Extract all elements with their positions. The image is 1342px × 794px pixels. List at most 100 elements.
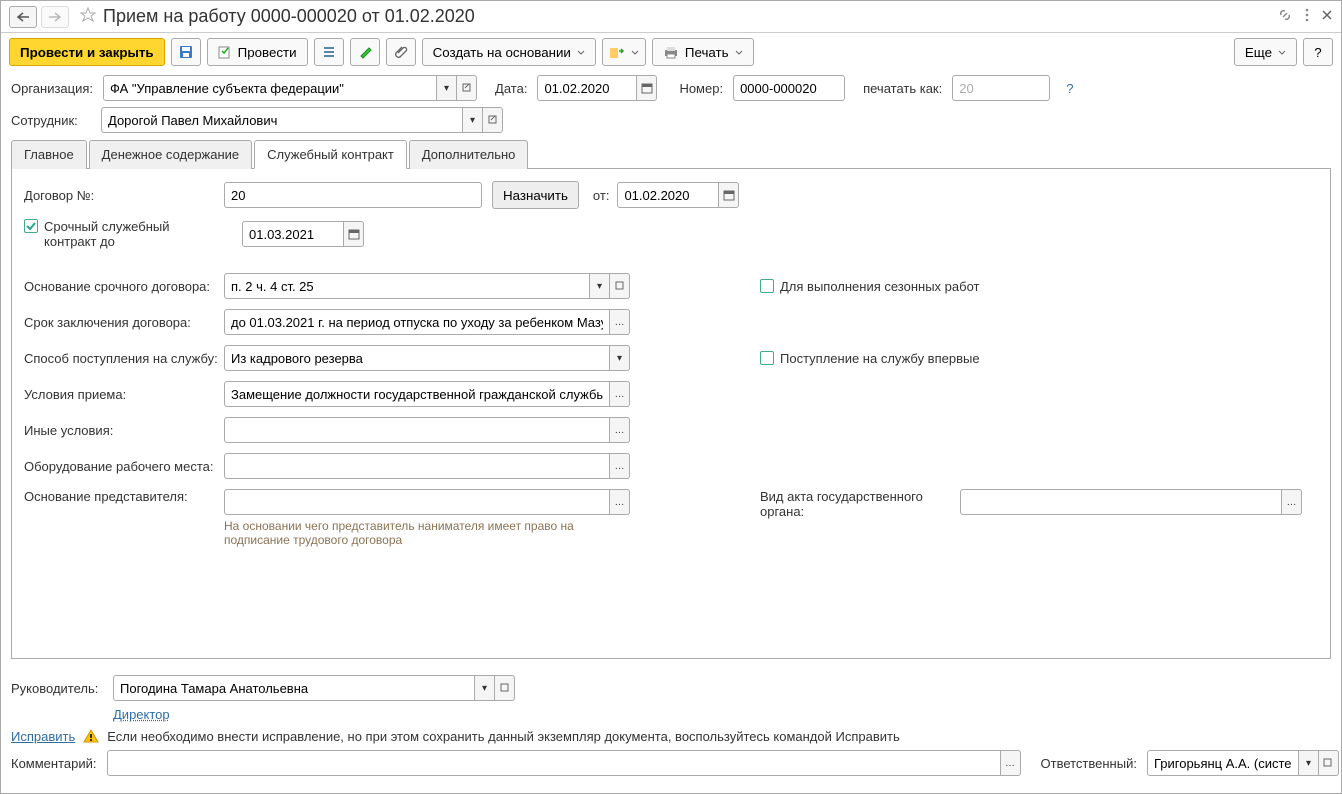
urgent-contract-checkbox[interactable] [24,219,38,233]
contract-number-input[interactable] [224,182,482,208]
create-based-on-button[interactable]: Создать на основании [422,38,596,66]
post-and-close-button[interactable]: Провести и закрыть [9,38,165,66]
organization-open-button[interactable] [457,75,477,101]
date-picker-button[interactable] [637,75,657,101]
open-icon [488,115,498,125]
basis-input[interactable] [224,273,590,299]
more-menu-icon[interactable] [1305,7,1309,26]
responsible-dropdown-button[interactable]: ▾ [1299,750,1319,776]
post-button[interactable]: Провести [207,38,308,66]
rep-basis-label: Основание представителя: [24,489,224,504]
fix-hint: Если необходимо внести исправление, но п… [107,729,899,744]
term-ellipsis-button[interactable]: … [610,309,630,335]
urgent-till-input[interactable] [242,221,344,247]
attachment-button[interactable] [386,38,416,66]
assign-button[interactable]: Назначить [492,181,579,209]
structure-button[interactable] [314,38,344,66]
rep-basis-input[interactable] [224,489,610,515]
close-window-icon[interactable] [1321,9,1333,24]
organization-dropdown-button[interactable]: ▾ [437,75,457,101]
manager-position-link[interactable]: Директор [113,707,170,722]
basis-open-button[interactable] [610,273,630,299]
first-time-checkbox[interactable] [760,351,774,365]
employee-dropdown-button[interactable]: ▾ [463,107,483,133]
basis-dropdown-button[interactable]: ▾ [590,273,610,299]
highlight-button[interactable] [350,38,380,66]
arrow-left-icon [16,12,30,22]
fix-link[interactable]: Исправить [11,729,75,744]
calendar-icon [641,82,653,94]
print-as-help-icon[interactable]: ? [1066,81,1073,96]
tab-contract[interactable]: Служебный контракт [254,140,407,169]
method-input[interactable] [224,345,610,371]
term-label: Срок заключения договора: [24,315,224,330]
contract-from-input[interactable] [617,182,719,208]
printer-icon [663,45,679,59]
manager-open-button[interactable] [495,675,515,701]
print-button[interactable]: Печать [652,38,754,66]
warning-icon [83,728,99,744]
export-icon [609,45,625,59]
open-icon [615,281,625,291]
act-type-input[interactable] [960,489,1282,515]
conditions-input[interactable] [224,381,610,407]
print-as-label: печатать как: [863,81,942,96]
nav-forward-button[interactable] [41,6,69,28]
seasonal-checkbox[interactable] [760,279,774,293]
responsible-label: Ответственный: [1041,756,1137,771]
paperclip-icon [394,45,408,59]
favorite-star-icon[interactable] [79,6,97,27]
marker-icon [358,45,372,59]
date-input[interactable] [537,75,637,101]
save-icon [178,44,194,60]
other-conditions-ellipsis-button[interactable]: … [610,417,630,443]
responsible-open-button[interactable] [1319,750,1339,776]
organization-label: Организация: [11,81,93,96]
contract-number-label: Договор №: [24,188,224,203]
help-button[interactable]: ? [1303,38,1333,66]
open-icon [500,683,510,693]
comment-ellipsis-button[interactable]: … [1001,750,1021,776]
method-dropdown-button[interactable]: ▾ [610,345,630,371]
responsible-input[interactable] [1147,750,1299,776]
equipment-input[interactable] [224,453,610,479]
calendar-icon [348,228,360,240]
organization-input[interactable] [103,75,437,101]
number-input[interactable] [733,75,845,101]
open-icon [462,83,472,93]
comment-input[interactable] [107,750,1001,776]
conditions-ellipsis-button[interactable]: … [610,381,630,407]
tab-salary[interactable]: Денежное содержание [89,140,252,169]
more-button[interactable]: Еще [1234,38,1297,66]
rep-basis-ellipsis-button[interactable]: … [610,489,630,515]
question-icon: ? [1314,45,1321,60]
employee-input[interactable] [101,107,463,133]
save-button[interactable] [171,38,201,66]
calendar-icon [723,189,735,201]
number-label: Номер: [679,81,723,96]
export-button[interactable] [602,38,646,66]
tab-main[interactable]: Главное [11,140,87,169]
conditions-label: Условия приема: [24,387,224,402]
contract-from-picker-button[interactable] [719,182,739,208]
equipment-ellipsis-button[interactable]: … [610,453,630,479]
employee-open-button[interactable] [483,107,503,133]
manager-input[interactable] [113,675,475,701]
act-type-label: Вид акта государственного органа: [760,489,960,519]
contract-from-label: от: [593,188,610,203]
tab-extra[interactable]: Дополнительно [409,140,529,169]
nav-back-button[interactable] [9,6,37,28]
arrow-right-icon [48,12,62,22]
manager-dropdown-button[interactable]: ▾ [475,675,495,701]
urgent-till-picker-button[interactable] [344,221,364,247]
other-conditions-input[interactable] [224,417,610,443]
link-icon[interactable] [1277,7,1293,26]
chevron-down-icon [735,50,743,55]
chevron-down-icon [631,50,639,55]
act-type-ellipsis-button[interactable]: … [1282,489,1302,515]
seasonal-label: Для выполнения сезонных работ [780,279,979,294]
post-icon [218,45,232,59]
term-input[interactable] [224,309,610,335]
basis-label: Основание срочного договора: [24,279,224,294]
print-as-input[interactable] [952,75,1050,101]
